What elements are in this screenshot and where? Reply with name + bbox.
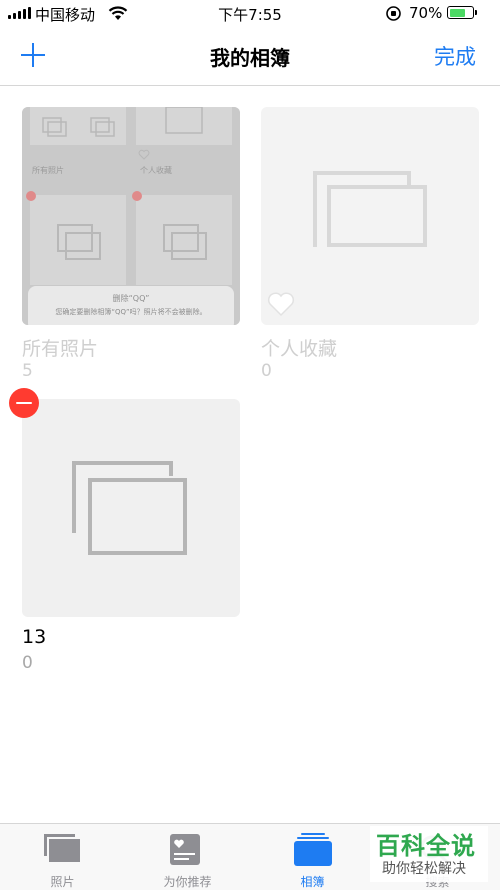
preview-album-icon (165, 107, 203, 134)
album-count: 0 (22, 653, 33, 673)
album-title: 13 (22, 626, 47, 648)
preview-label: 个人收藏 (140, 166, 172, 175)
tab-photos[interactable]: 照片 (0, 824, 125, 890)
watermark-subtitle: 助你轻松解决 (382, 861, 466, 877)
tab-for-you[interactable]: 为你推荐 (125, 824, 250, 890)
heart-icon (267, 292, 295, 317)
tab-label: 相簿 (300, 875, 325, 889)
album-thumbnail[interactable] (261, 107, 479, 325)
tab-label: 为你推荐 (163, 875, 212, 889)
album-count: 5 (22, 361, 33, 381)
battery-icon (447, 6, 474, 19)
preview-label: 所有照片 (32, 166, 64, 175)
battery-percent: 70% (409, 4, 443, 22)
for-you-icon (170, 834, 200, 865)
album-title: 个人收藏 (261, 338, 338, 360)
preview-album-icon (42, 117, 67, 137)
preview-album-icon (90, 117, 115, 137)
watermark: 百科全说 助你轻松解决 (370, 826, 488, 882)
done-button[interactable]: 完成 (434, 41, 476, 71)
watermark-title: 百科全说 (376, 832, 476, 860)
status-bar: 中国移动 下午7:55 70% (0, 0, 500, 28)
albums-icon (294, 833, 332, 866)
preview-delete-dot (26, 191, 36, 201)
preview-dialog-message: 您确定要删除相簿“QQ”吗？照片将不会被删除。 (55, 308, 207, 316)
orientation-lock-icon (386, 6, 401, 21)
battery-tip (475, 10, 477, 15)
album-thumbnail[interactable] (22, 399, 240, 617)
tab-label: 照片 (50, 875, 75, 889)
preview-delete-dot (132, 191, 142, 201)
preview-album-icon (163, 224, 207, 260)
album-count: 0 (261, 361, 272, 381)
album-placeholder-icon (313, 171, 427, 247)
preview-album-icon (57, 224, 101, 260)
album-title: 所有照片 (22, 338, 99, 360)
preview-action-sheet: 删除“QQ” 您确定要删除相簿“QQ”吗？照片将不会被删除。 (28, 286, 234, 325)
album-placeholder-icon (72, 461, 187, 555)
preview-dialog-title: 删除“QQ” (112, 294, 150, 303)
photos-icon (44, 834, 82, 864)
page-title: 我的相簿 (210, 46, 290, 70)
tab-albums[interactable]: 相簿 (250, 824, 375, 890)
delete-album-button[interactable] (9, 388, 39, 418)
preview-heart-icon (138, 149, 150, 160)
album-thumbnail[interactable]: 所有照片 个人收藏 删除“QQ” 您确定要删除相簿“QQ”吗？照片将不会被删除。 (22, 107, 240, 325)
navigation-bar: 我的相簿 完成 (0, 28, 500, 86)
